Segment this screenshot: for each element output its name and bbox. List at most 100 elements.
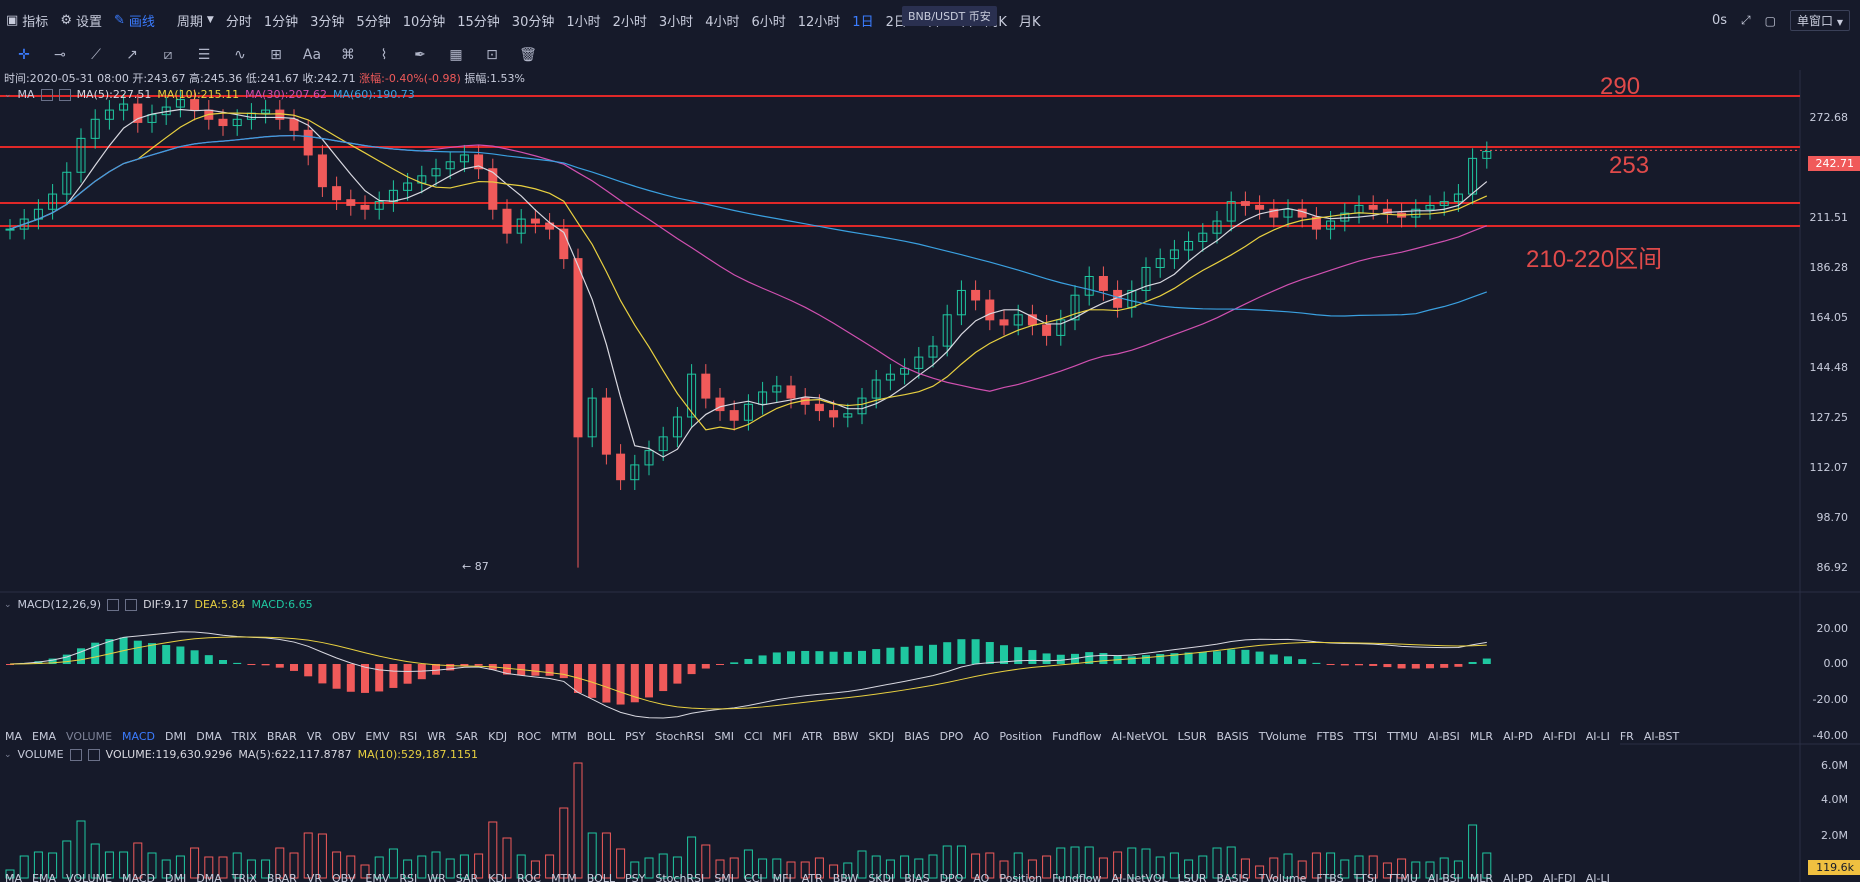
indicator-tab-29[interactable]: Position bbox=[994, 730, 1047, 743]
timeframe-11[interactable]: 6小时 bbox=[745, 11, 791, 30]
indicator-tab-23[interactable]: ATR bbox=[797, 730, 828, 743]
text-tool-icon[interactable]: Aa bbox=[299, 44, 325, 66]
indicators-button[interactable]: ▣ 指标 bbox=[0, 11, 54, 30]
volume-close-icon[interactable] bbox=[87, 748, 100, 761]
parallel-channel-icon[interactable]: ⧄ bbox=[155, 44, 181, 66]
indicator-tab-6[interactable]: TRIX bbox=[227, 730, 262, 743]
bottom-tab-38[interactable]: AI-BSI bbox=[1423, 872, 1465, 882]
indicator-tab-18[interactable]: PSY bbox=[620, 730, 650, 743]
bottom-tab-23[interactable]: ATR bbox=[797, 872, 828, 882]
indicator-tab-11[interactable]: RSI bbox=[394, 730, 422, 743]
bottom-tab-10[interactable]: EMV bbox=[360, 872, 394, 882]
indicator-tab-32[interactable]: LSUR bbox=[1173, 730, 1212, 743]
bottom-tab-29[interactable]: Position bbox=[994, 872, 1047, 882]
bottom-tab-42[interactable]: AI-LI bbox=[1581, 872, 1615, 882]
timeframe-9[interactable]: 3小时 bbox=[653, 11, 699, 30]
bottom-tab-11[interactable]: RSI bbox=[394, 872, 422, 882]
trend-line-icon[interactable]: ⟋ bbox=[83, 44, 109, 66]
indicator-tab-40[interactable]: AI-PD bbox=[1498, 730, 1538, 743]
indicator-tab-7[interactable]: BRAR bbox=[262, 730, 302, 743]
bottom-tab-8[interactable]: VR bbox=[302, 872, 327, 882]
ma-close-icon[interactable] bbox=[58, 88, 71, 101]
measure-icon[interactable]: ⊞ bbox=[263, 44, 289, 66]
timeframe-1[interactable]: 1分钟 bbox=[258, 11, 304, 30]
bottom-tab-20[interactable]: SMI bbox=[709, 872, 739, 882]
indicator-tab-30[interactable]: Fundflow bbox=[1047, 730, 1106, 743]
bottom-tab-21[interactable]: CCI bbox=[739, 872, 768, 882]
indicator-tab-19[interactable]: StochRSI bbox=[650, 730, 709, 743]
macd-settings-icon[interactable] bbox=[107, 598, 120, 611]
indicator-tab-12[interactable]: WR bbox=[422, 730, 451, 743]
bottom-tab-13[interactable]: SAR bbox=[451, 872, 483, 882]
indicator-tab-10[interactable]: EMV bbox=[360, 730, 394, 743]
bottom-tab-14[interactable]: KDJ bbox=[483, 872, 512, 882]
bottom-tab-4[interactable]: DMI bbox=[160, 872, 191, 882]
indicator-tab-13[interactable]: SAR bbox=[451, 730, 483, 743]
indicator-tab-26[interactable]: BIAS bbox=[899, 730, 934, 743]
crosshair-icon[interactable]: ✛ bbox=[11, 44, 37, 66]
ray-icon[interactable]: ↗ bbox=[119, 44, 145, 66]
bottom-tab-30[interactable]: Fundflow bbox=[1047, 872, 1106, 882]
bottom-tab-7[interactable]: BRAR bbox=[262, 872, 302, 882]
bottom-tab-33[interactable]: BASIS bbox=[1211, 872, 1253, 882]
indicator-tab-28[interactable]: AO bbox=[968, 730, 994, 743]
bottom-tab-17[interactable]: BOLL bbox=[582, 872, 620, 882]
bottom-tab-19[interactable]: StochRSI bbox=[650, 872, 709, 882]
bottom-tab-0[interactable]: MA bbox=[0, 872, 27, 882]
bottom-tab-39[interactable]: MLR bbox=[1465, 872, 1498, 882]
bottom-tab-27[interactable]: DPO bbox=[935, 872, 969, 882]
indicator-tab-2[interactable]: VOLUME bbox=[61, 730, 117, 743]
timeframe-3[interactable]: 5分钟 bbox=[350, 11, 396, 30]
timeframe-7[interactable]: 1小时 bbox=[560, 11, 606, 30]
indicator-tab-0[interactable]: MA bbox=[0, 730, 27, 743]
volume-settings-icon[interactable] bbox=[69, 748, 82, 761]
timeframe-10[interactable]: 4小时 bbox=[699, 11, 745, 30]
indicator-tab-31[interactable]: AI-NetVOL bbox=[1106, 730, 1172, 743]
bottom-tab-24[interactable]: BBW bbox=[828, 872, 864, 882]
indicator-tab-33[interactable]: BASIS bbox=[1211, 730, 1253, 743]
ma-collapse-icon[interactable]: ⌄ bbox=[4, 90, 12, 100]
timeframe-0[interactable]: 分时 bbox=[220, 11, 258, 30]
pattern-icon[interactable]: ⌘ bbox=[335, 44, 361, 66]
indicator-tab-21[interactable]: CCI bbox=[739, 730, 768, 743]
window-mode-button[interactable]: 单窗口 ▼ bbox=[1790, 10, 1850, 31]
horizontal-line-icon[interactable]: ⊸ bbox=[47, 44, 73, 66]
indicator-tab-25[interactable]: SKDJ bbox=[863, 730, 899, 743]
macd-collapse-icon[interactable]: ⌄ bbox=[4, 600, 12, 610]
bottom-tab-43[interactable]: FR bbox=[1615, 872, 1621, 882]
fib-icon[interactable]: ☰ bbox=[191, 44, 217, 66]
indicator-tab-22[interactable]: MFI bbox=[768, 730, 797, 743]
grid-tool-icon[interactable]: ▦ bbox=[443, 44, 469, 66]
bottom-tab-28[interactable]: AO bbox=[968, 872, 994, 882]
macd-close-icon[interactable] bbox=[125, 598, 138, 611]
period-dropdown[interactable]: 周期 ▼ bbox=[171, 11, 220, 30]
indicator-tab-42[interactable]: AI-LI bbox=[1581, 730, 1615, 743]
bottom-tab-3[interactable]: MACD bbox=[117, 872, 160, 882]
trash-icon[interactable]: 🗑 bbox=[515, 44, 541, 66]
timeframe-8[interactable]: 2小时 bbox=[607, 11, 653, 30]
bottom-tab-16[interactable]: MTM bbox=[546, 872, 582, 882]
timeframe-12[interactable]: 12小时 bbox=[792, 11, 847, 30]
indicator-tab-37[interactable]: TTMU bbox=[1382, 730, 1423, 743]
indicator-tab-43[interactable]: FR bbox=[1615, 730, 1639, 743]
bottom-tab-25[interactable]: SKDJ bbox=[863, 872, 899, 882]
bottom-tab-5[interactable]: DMA bbox=[191, 872, 227, 882]
bottom-tab-15[interactable]: ROC bbox=[512, 872, 546, 882]
pen-icon[interactable]: ✒ bbox=[407, 44, 433, 66]
indicator-tab-4[interactable]: DMI bbox=[160, 730, 191, 743]
indicator-tab-27[interactable]: DPO bbox=[935, 730, 969, 743]
bottom-tab-35[interactable]: FTBS bbox=[1311, 872, 1348, 882]
indicator-tab-20[interactable]: SMI bbox=[709, 730, 739, 743]
bottom-tab-37[interactable]: TTMU bbox=[1382, 872, 1423, 882]
indicator-tab-24[interactable]: BBW bbox=[828, 730, 864, 743]
indicator-tab-3[interactable]: MACD bbox=[117, 730, 160, 743]
timeframe-18[interactable]: 月K bbox=[1013, 11, 1047, 30]
bottom-tab-31[interactable]: AI-NetVOL bbox=[1106, 872, 1172, 882]
bottom-tab-6[interactable]: TRIX bbox=[227, 872, 262, 882]
timeframe-4[interactable]: 10分钟 bbox=[397, 11, 452, 30]
indicator-tab-9[interactable]: OBV bbox=[327, 730, 360, 743]
brush-icon[interactable]: ⌇ bbox=[371, 44, 397, 66]
indicator-tab-17[interactable]: BOLL bbox=[582, 730, 620, 743]
bottom-tab-18[interactable]: PSY bbox=[620, 872, 650, 882]
timeframe-13[interactable]: 1日 bbox=[846, 11, 879, 30]
